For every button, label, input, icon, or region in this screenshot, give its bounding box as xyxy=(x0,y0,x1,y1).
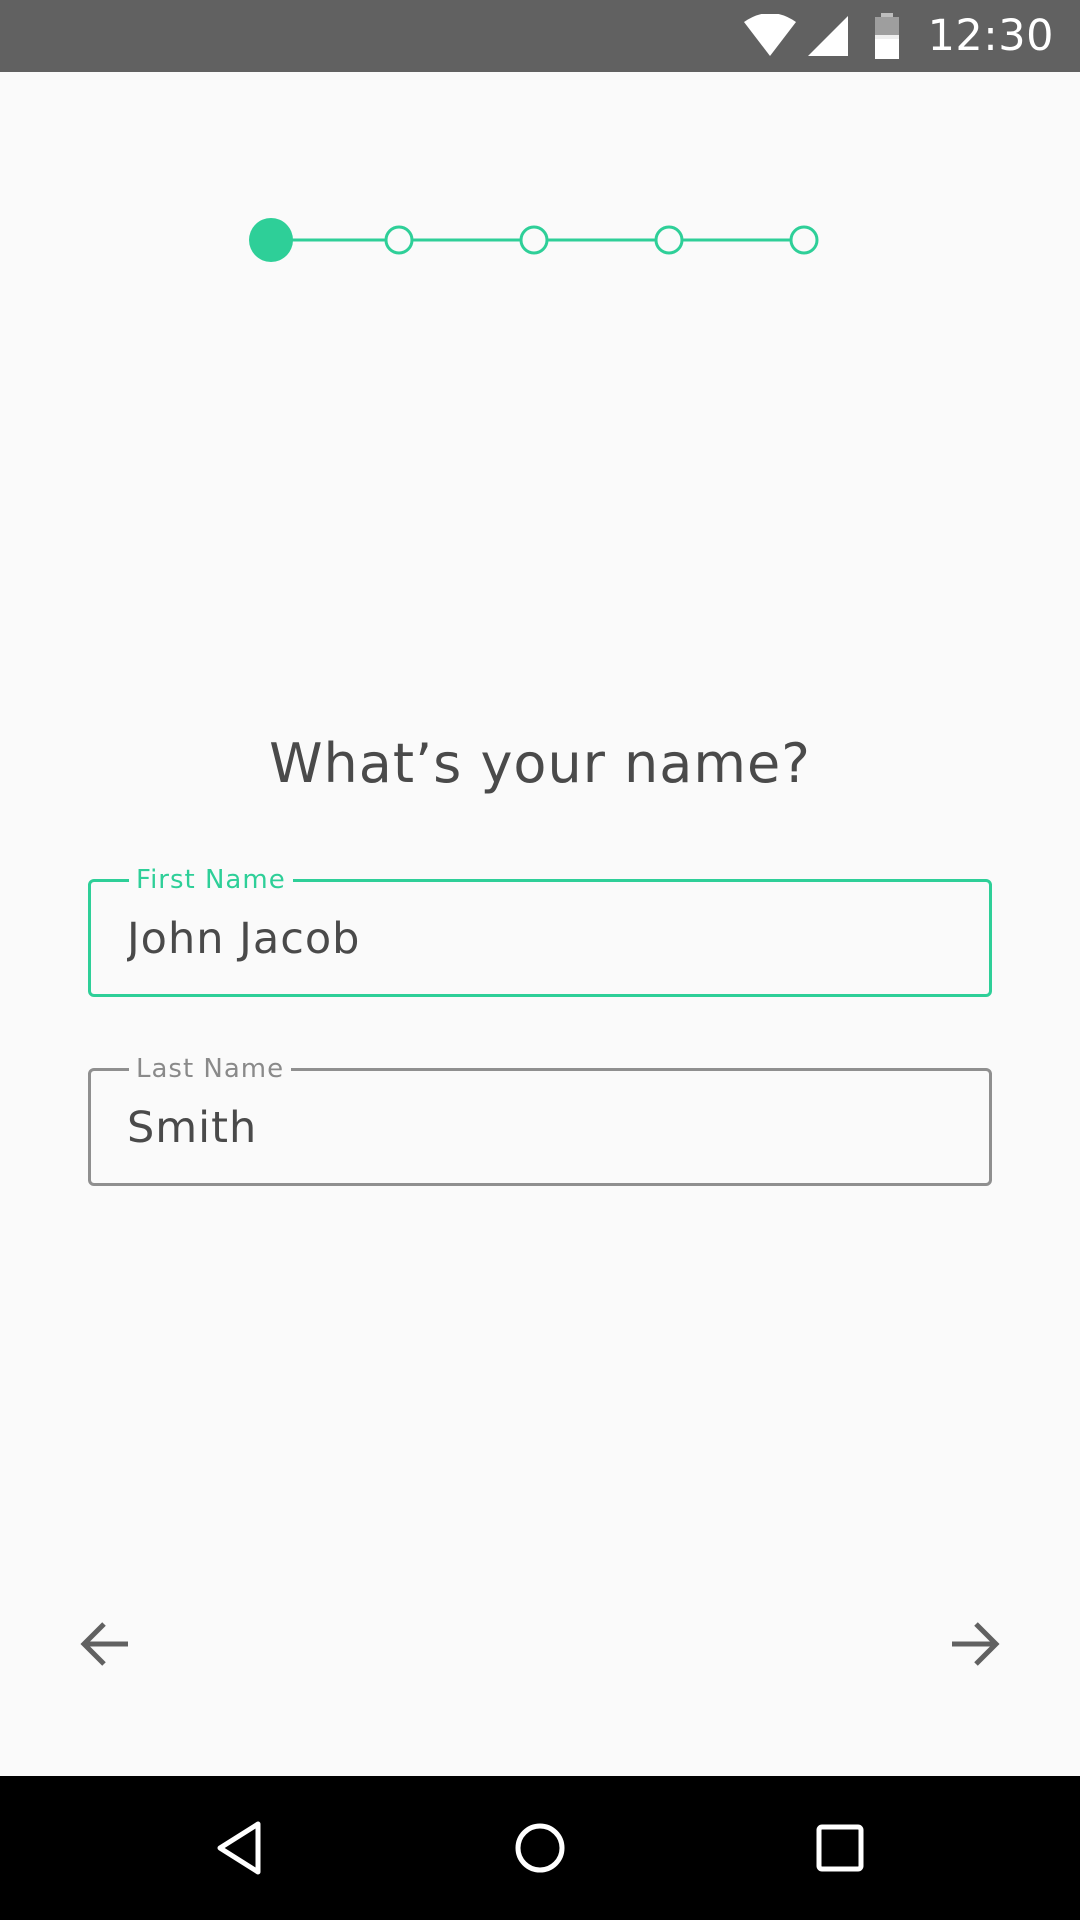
status-time: 12:30 xyxy=(927,11,1054,61)
cell-signal-icon xyxy=(807,16,848,56)
back-triangle-icon[interactable] xyxy=(208,1816,272,1880)
page-title: What’s your name? xyxy=(269,732,811,795)
arrow-right-icon[interactable] xyxy=(944,1614,1004,1674)
arrow-left-icon[interactable] xyxy=(76,1614,136,1674)
last-name-label: Last Name xyxy=(129,1053,292,1085)
step-1-dot-active[interactable] xyxy=(249,218,293,262)
last-name-input[interactable] xyxy=(127,1099,947,1157)
status-bar: 12:30 xyxy=(0,0,1080,72)
step-5-dot[interactable] xyxy=(789,225,819,255)
recents-square-icon[interactable] xyxy=(808,1816,872,1880)
battery-icon xyxy=(874,13,899,59)
step-4-dot[interactable] xyxy=(654,225,684,255)
first-name-field[interactable]: First Name xyxy=(88,864,992,997)
status-icons: 12:30 xyxy=(742,0,1080,72)
wifi-icon xyxy=(743,14,796,56)
first-name-input[interactable] xyxy=(127,910,947,968)
first-name-label: First Name xyxy=(129,864,293,896)
step-3-dot[interactable] xyxy=(519,225,549,255)
progress-stepper xyxy=(249,218,819,262)
home-circle-icon[interactable] xyxy=(508,1816,572,1880)
screen: 12:30 What’s your name? First Name Last … xyxy=(0,0,1080,1920)
step-2-dot[interactable] xyxy=(384,225,414,255)
system-nav-bar xyxy=(0,1776,1080,1920)
last-name-field[interactable]: Last Name xyxy=(88,1053,992,1186)
